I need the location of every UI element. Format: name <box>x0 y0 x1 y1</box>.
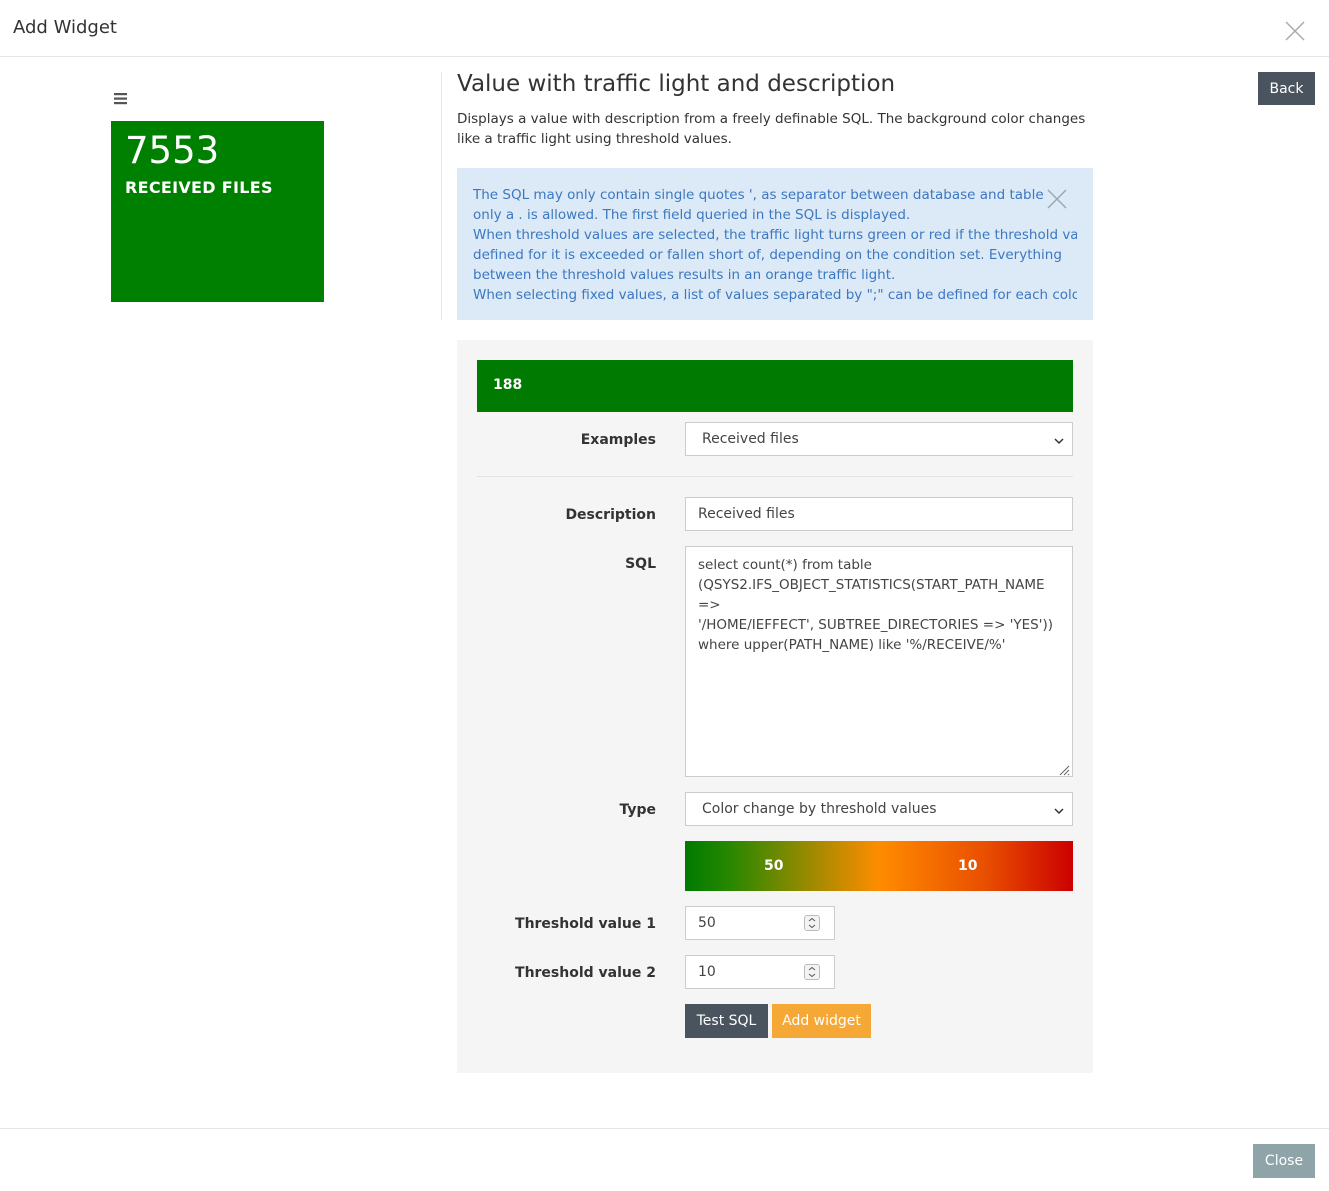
threshold-gradient-bar: 50 10 <box>685 841 1073 891</box>
chevron-down-icon <box>1054 804 1064 815</box>
modal-header: Add Widget <box>0 0 1329 57</box>
info-line: When selecting fixed values, a list of v… <box>473 287 1077 303</box>
modal-title: Add Widget <box>13 17 117 38</box>
widget-description: Displays a value with description from a… <box>457 111 1086 147</box>
gradient-threshold-1-label: 50 <box>764 858 784 874</box>
description-label: Description <box>565 507 656 523</box>
info-line: When threshold values are selected, the … <box>473 227 1077 243</box>
preview-description: RECEIVED FILES <box>125 178 273 197</box>
threshold-2-label: Threshold value 2 <box>515 965 656 981</box>
threshold-2-value: 10 <box>698 964 716 980</box>
threshold-1-input[interactable]: 50 <box>685 906 835 940</box>
info-line: only a . is allowed. The first field que… <box>473 207 911 223</box>
info-alert: The SQL may only contain single quotes '… <box>457 168 1093 320</box>
examples-select[interactable]: Received files <box>685 422 1073 456</box>
spinner-icon[interactable] <box>804 964 820 980</box>
close-icon[interactable] <box>1047 189 1067 209</box>
chevron-down-icon <box>1054 434 1064 445</box>
resize-grip-icon[interactable] <box>1058 762 1070 776</box>
preview-value: 7553 <box>125 129 220 172</box>
info-line: The SQL may only contain single quotes '… <box>473 187 1044 203</box>
examples-label: Examples <box>580 432 656 448</box>
back-button[interactable]: Back <box>1258 72 1315 105</box>
threshold-2-input[interactable]: 10 <box>685 955 835 989</box>
hamburger-menu-icon[interactable] <box>113 91 129 105</box>
gradient-threshold-2-label: 10 <box>958 858 978 874</box>
examples-select-value: Received files <box>702 431 799 447</box>
close-button[interactable]: Close <box>1253 1144 1315 1178</box>
preview-bar: 188 <box>477 360 1073 412</box>
test-sql-button[interactable]: Test SQL <box>685 1004 768 1038</box>
type-label: Type <box>619 802 656 818</box>
widget-title: Value with traffic light and description <box>457 71 896 97</box>
spinner-icon[interactable] <box>804 915 820 931</box>
threshold-1-value: 50 <box>698 915 716 931</box>
form-separator <box>477 476 1073 477</box>
close-icon[interactable] <box>1283 19 1307 43</box>
sql-textarea[interactable]: select count(*) from table (QSYS2.IFS_OB… <box>685 546 1073 777</box>
widget-preview-tile: 7553 RECEIVED FILES <box>111 121 324 302</box>
type-select[interactable]: Color change by threshold values <box>685 792 1073 826</box>
sql-text: select count(*) from table (QSYS2.IFS_OB… <box>698 557 1054 653</box>
vertical-divider <box>441 72 442 320</box>
add-widget-button[interactable]: Add widget <box>772 1004 871 1038</box>
description-input[interactable]: Received files <box>685 497 1073 531</box>
modal-footer-divider <box>0 1128 1329 1129</box>
threshold-1-label: Threshold value 1 <box>515 916 656 932</box>
type-select-value: Color change by threshold values <box>702 801 937 817</box>
widget-form-panel: 188 Examples Received files Description … <box>457 340 1093 1073</box>
info-line: between the threshold values results in … <box>473 267 896 283</box>
sql-label: SQL <box>625 556 656 572</box>
info-line: defined for it is exceeded or fallen sho… <box>473 247 1062 263</box>
